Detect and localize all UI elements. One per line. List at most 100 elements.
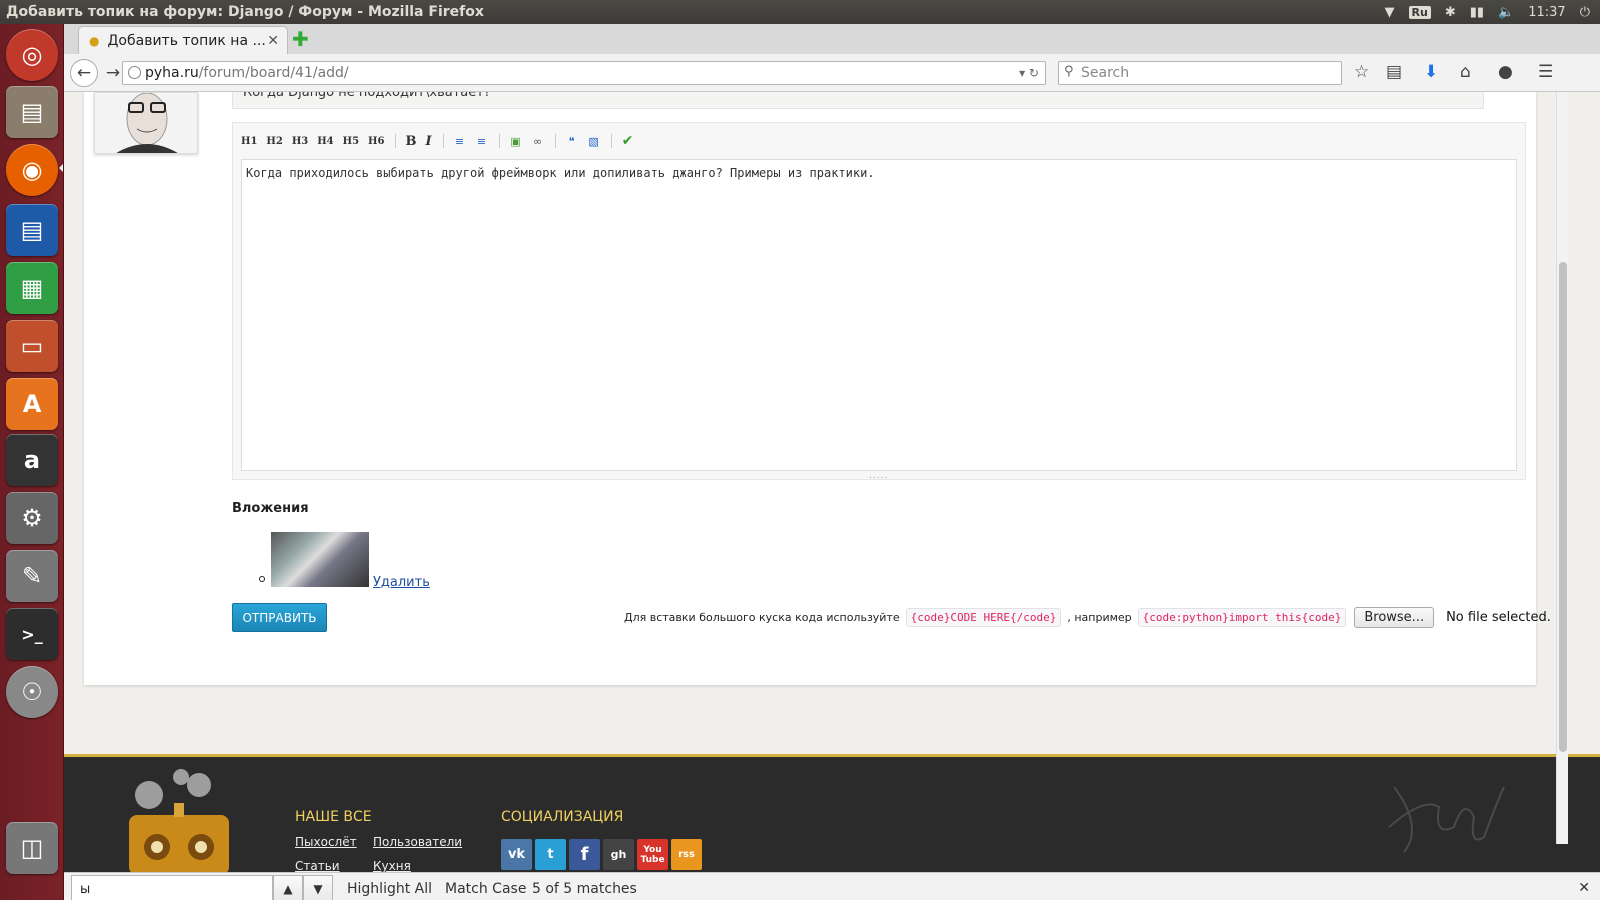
page-scrollbar[interactable] xyxy=(1556,92,1568,844)
file-status: No file selected. xyxy=(1446,609,1551,625)
unity-launcher: ◎ ▤ ◉ ▤ ▦ ▭ A a ⚙ ✎ >_ ☉ ◫ xyxy=(0,24,64,900)
footer-link-articles[interactable]: Статьи xyxy=(295,859,340,872)
clock[interactable]: 11:37 xyxy=(1528,5,1565,20)
avatar-photo xyxy=(95,93,197,153)
back-arrow-icon: ← xyxy=(76,63,92,83)
image-icon[interactable]: ▣ xyxy=(509,134,523,148)
quote-icon[interactable]: ❝ xyxy=(565,134,579,148)
back-button[interactable]: ← xyxy=(70,59,98,87)
signature-graphic xyxy=(1388,786,1505,853)
impress-icon[interactable]: ▭ xyxy=(6,320,58,372)
new-tab-icon[interactable]: ✚ xyxy=(292,27,309,51)
hint-text: Для вставки большого куска кода использу… xyxy=(624,610,900,624)
keyboard-layout-indicator[interactable]: Ru xyxy=(1408,5,1431,19)
h6-button[interactable]: H6 xyxy=(368,136,384,147)
amazon-icon[interactable]: a xyxy=(6,434,58,486)
find-next-button[interactable]: ▼ xyxy=(303,875,333,900)
power-icon[interactable]: ⏻ xyxy=(1580,5,1590,20)
downloads-icon[interactable]: ⬇ xyxy=(1424,62,1438,82)
bookmarks-menu-icon[interactable]: ▤ xyxy=(1386,62,1402,82)
code-icon[interactable]: ▧ xyxy=(587,134,601,148)
find-input[interactable]: ы xyxy=(71,875,273,900)
h5-button[interactable]: H5 xyxy=(343,136,359,147)
attachments-heading: Вложения xyxy=(232,501,309,516)
navigation-bar: ← → pyha.ru/forum/board/41/add/ ▾ ↻ ⚲ Se… xyxy=(64,54,1600,92)
markdown-editor: H1 H2 H3 H4 H5 H6 B I ≡ ≡ ▣ ∞ ❝ ▧ ✔ Когд… xyxy=(232,122,1526,481)
post-body-textarea[interactable]: Когда приходилось выбирать другой фреймв… xyxy=(241,159,1517,471)
find-previous-button[interactable]: ▲ xyxy=(273,875,303,900)
toolbar-divider xyxy=(610,134,612,148)
topic-title-input[interactable]: Когда Django не подходит\хватает? xyxy=(232,92,1484,109)
github-icon[interactable]: gh xyxy=(603,839,634,870)
volume-icon[interactable]: 🔈 xyxy=(1498,5,1514,20)
submit-button[interactable]: ОТПРАВИТЬ xyxy=(232,603,327,632)
network-icon[interactable]: ▼ xyxy=(1385,5,1395,20)
bookmark-star-icon[interactable]: ☆ xyxy=(1354,62,1369,82)
tab-active[interactable]: ● Добавить топик на ... ✕ xyxy=(78,26,288,54)
toolbar-divider xyxy=(442,134,444,148)
match-case-toggle[interactable]: Match Case xyxy=(445,881,526,897)
editor-toolbar: H1 H2 H3 H4 H5 H6 B I ≡ ≡ ▣ ∞ ❝ ▧ ✔ xyxy=(241,129,643,153)
hint-code-python-example: {code:python}import this{code} xyxy=(1137,607,1347,627)
writer-icon[interactable]: ▤ xyxy=(6,204,58,256)
dvd-icon[interactable]: ☉ xyxy=(6,666,58,718)
preview-check-icon[interactable]: ✔ xyxy=(621,133,635,149)
terminal-icon[interactable]: >_ xyxy=(6,608,58,660)
footer-heading-main: НАШЕ ВСЕ xyxy=(295,809,372,825)
footer-link-kitchen[interactable]: Кухня xyxy=(373,859,411,872)
chat-icon[interactable]: ● xyxy=(1498,62,1513,82)
link-icon[interactable]: ∞ xyxy=(531,134,545,148)
chevron-down-icon: ▼ xyxy=(313,882,323,896)
hint-mid-text: , например xyxy=(1067,610,1132,624)
footer-heading-social: СОЦИАЛИЗАЦИЯ xyxy=(501,809,624,825)
scrollbar-thumb[interactable] xyxy=(1559,262,1567,752)
text-editor-icon[interactable]: ✎ xyxy=(6,550,58,602)
site-identity-icon[interactable] xyxy=(128,66,141,79)
h3-button[interactable]: H3 xyxy=(292,136,308,147)
browse-file-button[interactable]: Browse... xyxy=(1354,606,1435,628)
system-tray: ▼ Ru ✱ ▮▮ 🔈 11:37 ⏻ xyxy=(1385,0,1590,24)
vk-icon[interactable]: vk xyxy=(501,839,532,870)
h2-button[interactable]: H2 xyxy=(266,136,282,147)
tab-close-icon[interactable]: ✕ xyxy=(267,33,279,49)
battery-icon[interactable]: ▮▮ xyxy=(1470,5,1484,20)
resize-grip-icon[interactable]: ..... xyxy=(869,471,888,481)
url-bar[interactable]: pyha.ru/forum/board/41/add/ ▾ ↻ xyxy=(122,61,1046,85)
attachment-thumbnail[interactable] xyxy=(271,532,369,587)
calc-icon[interactable]: ▦ xyxy=(6,262,58,314)
italic-button[interactable]: I xyxy=(425,134,431,149)
url-host: pyha.ru xyxy=(145,65,199,81)
toolbar-divider xyxy=(498,134,500,148)
firefox-window: ● Добавить топик на ... ✕ ✚ ← → pyha.ru /… xyxy=(64,24,1600,900)
delete-attachment-link[interactable]: Удалить xyxy=(373,575,430,590)
h4-button[interactable]: H4 xyxy=(317,136,333,147)
system-settings-icon[interactable]: ⚙ xyxy=(6,492,58,544)
bullet-list-icon[interactable]: ≡ xyxy=(453,134,467,148)
h1-button[interactable]: H1 xyxy=(241,136,257,147)
footer-link-users[interactable]: Пользователи xyxy=(373,835,462,849)
find-bar: ы ▲ ▼ Highlight All Match Case 5 of 5 ma… xyxy=(64,872,1600,900)
software-center-icon[interactable]: A xyxy=(6,378,58,430)
ubuntu-dash-icon[interactable]: ◎ xyxy=(6,29,58,81)
topic-title-value: Когда Django не подходит\хватает? xyxy=(243,92,491,100)
bluetooth-icon[interactable]: ✱ xyxy=(1445,5,1456,20)
files-icon[interactable]: ▤ xyxy=(6,86,58,138)
footer-link-pyhoslet[interactable]: Пыхослёт xyxy=(295,835,357,849)
numbered-list-icon[interactable]: ≡ xyxy=(475,134,489,148)
facebook-icon[interactable]: f xyxy=(569,839,600,870)
toolbar-divider xyxy=(395,134,397,148)
home-icon[interactable]: ⌂ xyxy=(1460,62,1471,82)
search-bar[interactable]: ⚲ Search xyxy=(1058,61,1342,85)
trash-icon[interactable]: ◫ xyxy=(6,822,58,874)
rss-icon[interactable]: rss xyxy=(671,839,702,870)
youtube-icon[interactable]: You Tube xyxy=(637,839,668,870)
bold-button[interactable]: B xyxy=(405,134,416,149)
twitter-icon[interactable]: t xyxy=(535,839,566,870)
menu-icon[interactable]: ☰ xyxy=(1538,62,1553,82)
hint-code-example: {code}CODE HERE{/code} xyxy=(905,607,1062,627)
find-close-icon[interactable]: ✕ xyxy=(1578,880,1590,896)
firefox-icon[interactable]: ◉ xyxy=(6,144,58,196)
user-avatar xyxy=(94,92,198,154)
reload-icon[interactable]: ▾ ↻ xyxy=(1019,66,1039,80)
highlight-all-toggle[interactable]: Highlight All xyxy=(347,881,432,897)
